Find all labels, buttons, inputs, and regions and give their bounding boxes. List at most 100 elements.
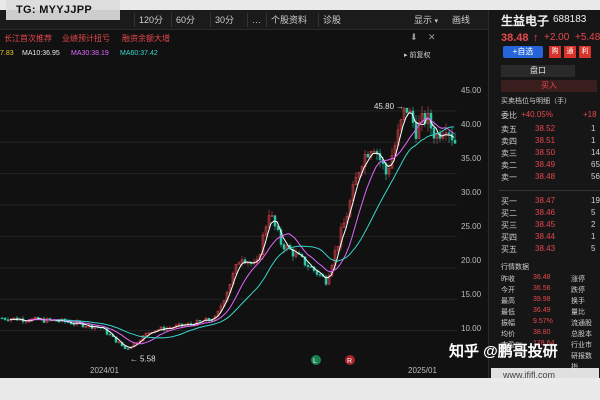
signal-tag[interactable]: 长江首次推荐 (4, 33, 52, 44)
y-tick: 15.00 (461, 290, 482, 299)
candle-body (198, 320, 202, 322)
ask-label: 卖一 (501, 173, 517, 182)
action-button[interactable]: 通 (564, 46, 576, 58)
y-tick: 10.00 (461, 324, 482, 333)
candle-body (123, 345, 127, 349)
ask-row: 卖三 38.50 14 (499, 148, 600, 159)
candle-body (6, 319, 10, 321)
bid-row: 买二 38.46 5 (499, 208, 600, 219)
bid-row: 买五 38.43 5 (499, 244, 600, 255)
tab-60min[interactable]: 60分 (171, 13, 199, 27)
bid-label: 买五 (501, 245, 517, 254)
ma60-value: MA60:37.42 (120, 50, 158, 57)
stock-code: 688183 (553, 14, 587, 25)
low-price-label: 5.58 (140, 354, 156, 363)
candle-body (57, 320, 61, 323)
ask-price: 38.49 (535, 160, 556, 169)
stats-title: 行情数据 (501, 264, 529, 271)
ma30-value: MA30:38.19 (71, 50, 109, 57)
bid-volume: 1 (591, 232, 596, 241)
bid-volume: 5 (591, 244, 596, 253)
ma10-value: MA10:36.95 (22, 50, 60, 57)
kline-chart[interactable]: 45.80 → ← 5.58 L R (0, 62, 457, 367)
stat-label: 跌停 (571, 287, 585, 294)
watermark-url: www.ififl.com (491, 368, 599, 382)
bid-price: 38.45 (535, 220, 556, 229)
close-icon[interactable]: ✕ (428, 32, 436, 43)
weibi-row: 委比 +40.05% +18 (499, 110, 600, 121)
action-button[interactable]: 购 (549, 46, 561, 58)
stat-value: 36.49 (533, 307, 551, 314)
ma5-value: 7.83 (0, 50, 14, 57)
candle-body (306, 264, 310, 267)
candle-body (117, 341, 121, 344)
bid-row: 买一 38.47 194 (499, 196, 600, 207)
stat-label: 换手 (571, 298, 585, 305)
arrow-up-icon: ↑ (533, 32, 539, 44)
candle-body (432, 127, 436, 139)
ask-volume: 56 (591, 172, 600, 181)
ask-label: 卖五 (501, 125, 517, 134)
stat-row: 昨收 36.48 涨停 (501, 274, 600, 285)
stat-row: 最低 36.49 量比 (501, 307, 600, 318)
tab-orderbook[interactable]: 盘口 (501, 65, 575, 77)
bid-price: 38.46 (535, 208, 556, 217)
tab-120min[interactable]: 120分 (134, 13, 167, 27)
bid-volume: 194 (591, 196, 600, 205)
price-change: +2.00 (544, 32, 570, 43)
buy-button[interactable]: 买入 (501, 80, 597, 92)
stat-value: 36.56 (533, 285, 551, 292)
divider (499, 190, 600, 191)
candle-body (309, 266, 313, 268)
arrow-down-icon[interactable]: ⬇ (410, 32, 418, 43)
y-tick: 35.00 (461, 154, 482, 163)
watermark-author: 知乎 @鹏哥投研 (449, 343, 558, 360)
ask-volume: 65 (591, 160, 600, 169)
stat-row: 今开 36.56 跌停 (501, 285, 600, 296)
high-price-label: 45.80 (374, 102, 395, 111)
candle-body (126, 348, 130, 350)
stat-label: 昨收 (501, 276, 515, 283)
weibi-extra: +18 (583, 110, 597, 119)
ask-label: 卖四 (501, 137, 517, 146)
ask-price: 38.52 (535, 124, 556, 133)
chevron-right-icon: ▸ (404, 52, 408, 59)
trading-app-window: 120分 60分 30分 … 个股资料 诊股 显示 ▾ 画线 长江首次推荐 业绩… (0, 10, 600, 378)
signal-tag[interactable]: 融资余额大增 (122, 33, 170, 44)
tab-stock-profile[interactable]: 个股资料 (266, 13, 311, 27)
y-tick: 40.00 (461, 120, 482, 129)
stat-row: 最高 39.98 换手 (501, 296, 600, 307)
l-marker: L (313, 358, 317, 365)
tab-30min[interactable]: 30分 (210, 13, 238, 27)
price-change-pct: +5.48% (575, 32, 600, 43)
r-marker: R (347, 358, 352, 365)
signal-tag[interactable]: 业绩预计扭亏 (62, 33, 110, 44)
stat-value: 39.98 (533, 296, 551, 303)
adjust-mode[interactable]: ▸ 前复权 (404, 50, 430, 60)
candle-body (72, 323, 76, 326)
bid-volume: 5 (591, 208, 596, 217)
add-favorite-button[interactable]: +自选 (503, 46, 543, 58)
bid-label: 买二 (501, 209, 517, 218)
tab-display[interactable]: 显示 ▾ (410, 13, 442, 27)
tab-diagnose[interactable]: 诊股 (318, 13, 345, 27)
stat-row: 振幅 9.57% 流通股 (501, 318, 600, 329)
tab-draw[interactable]: 画线 (448, 13, 474, 27)
bid-price: 38.44 (535, 232, 556, 241)
stat-label: 量比 (571, 309, 585, 316)
bid-row: 买四 38.44 1 (499, 232, 600, 243)
bid-volume: 2 (591, 220, 596, 229)
bid-price: 38.47 (535, 196, 556, 205)
action-button[interactable]: 利 (579, 46, 591, 58)
stat-label: 流通股 (571, 320, 592, 327)
stat-label: 今开 (501, 287, 515, 294)
candle-body (282, 244, 286, 250)
signal-markers: L R (311, 355, 355, 365)
ask-volume: 14 (591, 148, 600, 157)
bid-row: 买三 38.45 2 (499, 220, 600, 231)
y-tick: 45.00 (461, 86, 482, 95)
candle-body (0, 317, 4, 320)
y-tick: 20.00 (461, 256, 482, 265)
last-price: 38.48 (501, 32, 529, 44)
tab-more[interactable]: … (247, 13, 265, 27)
